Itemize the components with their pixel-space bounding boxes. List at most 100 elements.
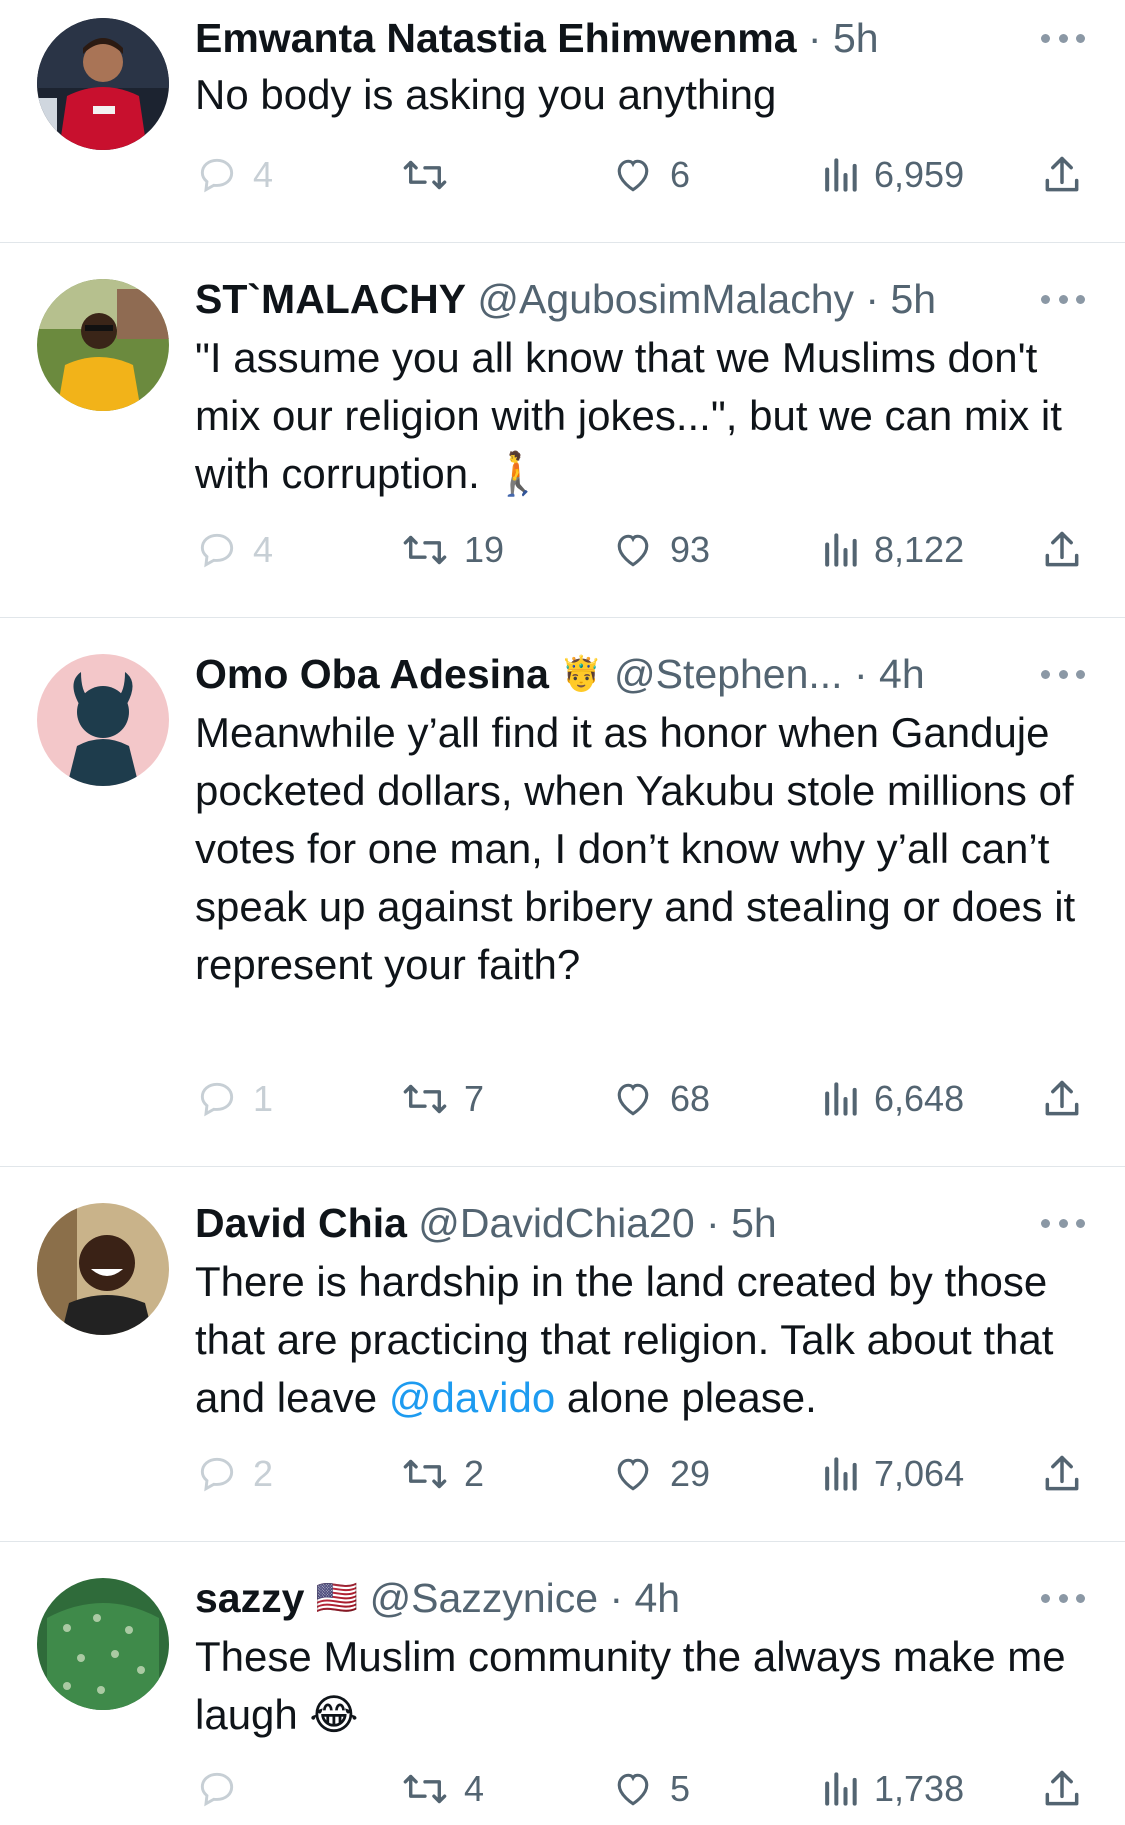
tweet-2[interactable]: ST`MALACHY @AgubosimMalachy · 5h "I assu… xyxy=(0,243,1125,617)
share-button[interactable] xyxy=(1040,150,1098,200)
timestamp[interactable]: · 5h xyxy=(797,15,879,61)
retweet-count: 2 xyxy=(464,1453,485,1494)
retweet-button[interactable]: 7 xyxy=(400,1074,484,1124)
like-button[interactable]: 29 xyxy=(610,1449,710,1499)
share-button[interactable] xyxy=(1040,1449,1098,1499)
view-count: 6,959 xyxy=(874,154,965,195)
views-button[interactable]: 6,648 xyxy=(820,1074,964,1124)
share-button[interactable] xyxy=(1040,525,1098,575)
display-name[interactable]: sazzy xyxy=(195,1575,304,1621)
share-button[interactable] xyxy=(1040,1074,1098,1124)
tweet-actions: 4 5 1,738 xyxy=(195,1764,1085,1814)
avatar[interactable] xyxy=(37,1578,169,1710)
views-button[interactable]: 6,959 xyxy=(820,150,964,200)
comment-bubble-icon xyxy=(200,1082,234,1117)
tweet-text: "I assume you all know that we Muslims d… xyxy=(195,334,1062,497)
like-count: 5 xyxy=(670,1768,691,1809)
more-dots-icon[interactable] xyxy=(1041,32,1085,44)
retweet-arrows-icon xyxy=(403,1084,447,1114)
display-name[interactable]: ST`MALACHY xyxy=(195,276,466,322)
tweet-text: Meanwhile y’all find it as honor when Ga… xyxy=(195,709,1076,988)
display-name[interactable]: Omo Oba Adesina xyxy=(195,651,549,697)
avatar[interactable] xyxy=(37,1203,169,1335)
views-button[interactable]: 1,738 xyxy=(820,1764,964,1814)
tweet-header: Emwanta Natastia Ehimwenma · 5h xyxy=(195,10,1085,66)
view-count: 8,122 xyxy=(874,529,965,570)
handle[interactable]: @DavidChia20 xyxy=(407,1200,694,1246)
retweet-arrows-icon xyxy=(403,160,447,190)
reply-button[interactable]: 4 xyxy=(195,525,273,575)
tweet-actions: 4 6 6,959 xyxy=(195,150,1085,200)
handle[interactable]: @Sazzynice xyxy=(358,1575,598,1621)
tweet-text-part: alone please. xyxy=(555,1374,817,1421)
avatar[interactable] xyxy=(37,654,169,786)
tweet-text: These Muslim community the always make m… xyxy=(195,1633,1066,1738)
like-button[interactable]: 93 xyxy=(610,525,710,575)
share-upload-icon xyxy=(1045,156,1079,192)
tweet-header: ST`MALACHY @AgubosimMalachy · 5h xyxy=(195,271,1085,327)
retweet-count: 7 xyxy=(464,1078,485,1119)
tweet-1[interactable]: Emwanta Natastia Ehimwenma · 5h No body … xyxy=(0,0,1125,242)
heart-icon xyxy=(617,534,649,567)
heart-icon xyxy=(617,1773,649,1806)
avatar[interactable] xyxy=(37,18,169,150)
us-flag-emoji: 🇺🇸 xyxy=(315,1579,359,1617)
display-name[interactable]: Emwanta Natastia Ehimwenma xyxy=(195,15,797,61)
handle[interactable]: @AgubosimMalachy xyxy=(466,276,854,322)
reply-count: 4 xyxy=(253,154,274,195)
comment-bubble-icon xyxy=(200,158,234,193)
tweet-header: sazzy 🇺🇸 @Sazzynice · 4h xyxy=(195,1570,1085,1626)
tweet-4[interactable]: David Chia @DavidChia20 · 5h There is ha… xyxy=(0,1167,1125,1541)
display-name[interactable]: David Chia xyxy=(195,1200,407,1246)
reply-button[interactable]: 2 xyxy=(195,1449,273,1499)
like-button[interactable]: 6 xyxy=(610,150,690,200)
timestamp[interactable]: · 4h xyxy=(598,1575,680,1621)
reply-count: 4 xyxy=(253,529,274,570)
share-upload-icon xyxy=(1045,1080,1079,1116)
bar-chart-icon xyxy=(825,1457,857,1491)
reply-button[interactable] xyxy=(195,1764,253,1814)
mention-link[interactable]: @davido xyxy=(389,1374,555,1421)
retweet-button[interactable] xyxy=(400,150,464,200)
tweet-5[interactable]: sazzy 🇺🇸 @Sazzynice · 4h These Muslim co… xyxy=(0,1542,1125,1825)
comment-bubble-icon xyxy=(200,533,234,568)
like-button[interactable]: 68 xyxy=(610,1074,710,1124)
timestamp[interactable]: · 5h xyxy=(695,1200,777,1246)
retweet-button[interactable]: 4 xyxy=(400,1764,484,1814)
bar-chart-icon xyxy=(825,1772,857,1806)
tweet-text: No body is asking you anything xyxy=(195,71,777,118)
comment-bubble-icon xyxy=(200,1457,234,1492)
avatar[interactable] xyxy=(37,279,169,411)
retweet-arrows-icon xyxy=(403,1459,447,1489)
more-dots-icon[interactable] xyxy=(1041,1217,1085,1229)
tweet-header: David Chia @DavidChia20 · 5h xyxy=(195,1195,1085,1251)
view-count: 7,064 xyxy=(874,1453,965,1494)
share-button[interactable] xyxy=(1040,1764,1098,1814)
bar-chart-icon xyxy=(825,1082,857,1116)
timestamp[interactable]: · 5h xyxy=(854,276,936,322)
tweet-text: There is hardship in the land created by… xyxy=(195,1253,1095,1427)
views-button[interactable]: 7,064 xyxy=(820,1449,964,1499)
reply-button[interactable]: 4 xyxy=(195,150,273,200)
tweet-actions: 1 7 68 6,648 xyxy=(195,1074,1085,1124)
more-dots-icon[interactable] xyxy=(1041,668,1085,680)
retweet-count: 19 xyxy=(464,529,505,570)
timestamp[interactable]: · 4h xyxy=(843,651,925,697)
retweet-button[interactable]: 2 xyxy=(400,1449,484,1499)
views-button[interactable]: 8,122 xyxy=(820,525,964,575)
like-count: 68 xyxy=(670,1078,711,1119)
heart-icon xyxy=(617,1083,649,1116)
reply-button[interactable]: 1 xyxy=(195,1074,273,1124)
like-button[interactable]: 5 xyxy=(610,1764,690,1814)
bar-chart-icon xyxy=(825,158,857,192)
heart-icon xyxy=(617,159,649,192)
tweet-actions: 4 19 93 8,122 xyxy=(195,525,1085,575)
tweet-3[interactable]: Omo Oba Adesina 🤴 @Stephen... · 4h Meanw… xyxy=(0,618,1125,1166)
more-dots-icon[interactable] xyxy=(1041,1592,1085,1604)
share-upload-icon xyxy=(1045,1455,1079,1491)
reply-count: 1 xyxy=(253,1078,274,1119)
retweet-button[interactable]: 19 xyxy=(400,525,504,575)
view-count: 6,648 xyxy=(874,1078,965,1119)
more-dots-icon[interactable] xyxy=(1041,293,1085,305)
handle[interactable]: @Stephen... xyxy=(603,651,843,697)
